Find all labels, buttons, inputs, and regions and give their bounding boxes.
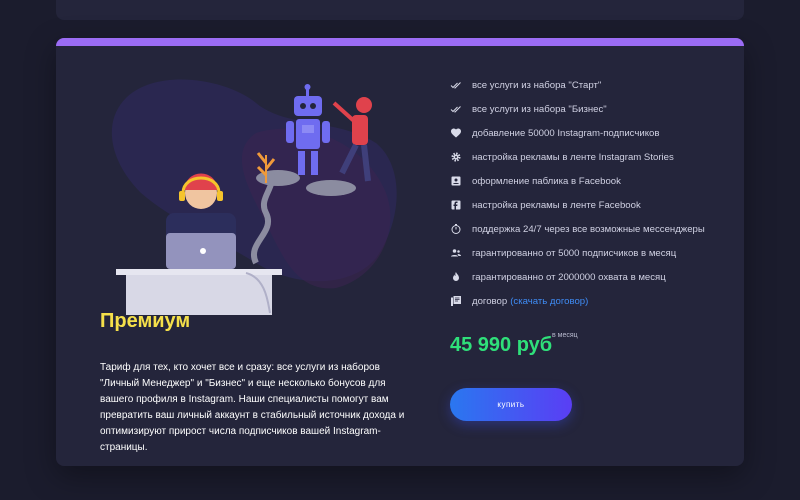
feature-item: гарантированно от 5000 подписчиков в мес… [450, 241, 705, 265]
feature-item: настройка рекламы в ленте Facebook [450, 193, 705, 217]
people-icon [450, 247, 462, 259]
plan-title: Премиум [100, 310, 191, 332]
heart-icon [450, 127, 462, 139]
timer-icon [450, 223, 462, 235]
feature-item: все услуги из набора "Старт" [450, 73, 705, 97]
download-contract-link[interactable]: (скачать договор) [510, 296, 588, 307]
feature-text: гарантированно от 2000000 охвата в месяц [472, 271, 666, 283]
facebook-icon [450, 199, 462, 211]
price-period: в месяц [552, 332, 578, 339]
card-accent-bar [56, 38, 744, 46]
feature-text: гарантированно от 5000 подписчиков в мес… [472, 247, 677, 259]
buy-button[interactable]: купить [450, 388, 572, 421]
feature-item: оформление паблика в Facebook [450, 169, 705, 193]
feature-text: договор [472, 295, 508, 307]
double-check-icon [450, 103, 462, 115]
fire-icon [450, 271, 462, 283]
feature-item: поддержка 24/7 через все возможные мессе… [450, 217, 705, 241]
feature-item: гарантированно от 2000000 охвата в месяц [450, 265, 705, 289]
double-check-icon [450, 79, 462, 91]
documents-icon [450, 295, 462, 307]
feature-text: настройка рекламы в ленте Facebook [472, 199, 641, 211]
plan-card-premium: Премиум Тариф для тех, кто хочет все и с… [56, 38, 744, 466]
gear-icon [450, 151, 462, 163]
feature-item: добавление 50000 Instagram-подписчиков [450, 121, 705, 145]
feature-item: договор (скачать договор) [450, 289, 705, 313]
feature-item: все услуги из набора "Бизнес" [450, 97, 705, 121]
feature-text: все услуги из набора "Старт" [472, 79, 602, 91]
feature-text: оформление паблика в Facebook [472, 175, 621, 187]
feature-text: поддержка 24/7 через все возможные мессе… [472, 223, 705, 235]
feature-text: все услуги из набора "Бизнес" [472, 103, 607, 115]
previous-plan-card [56, 0, 744, 20]
feature-text: настройка рекламы в ленте Instagram Stor… [472, 151, 674, 163]
plan-illustration [111, 79, 397, 315]
feature-list: все услуги из набора "Старт" все услуги … [450, 73, 705, 313]
plan-description: Тариф для тех, кто хочет все и сразу: вс… [100, 362, 405, 453]
account-box-icon [450, 175, 462, 187]
plan-price: 45 990 руб [450, 334, 553, 356]
feature-text: добавление 50000 Instagram-подписчиков [472, 127, 660, 139]
feature-item: настройка рекламы в ленте Instagram Stor… [450, 145, 705, 169]
